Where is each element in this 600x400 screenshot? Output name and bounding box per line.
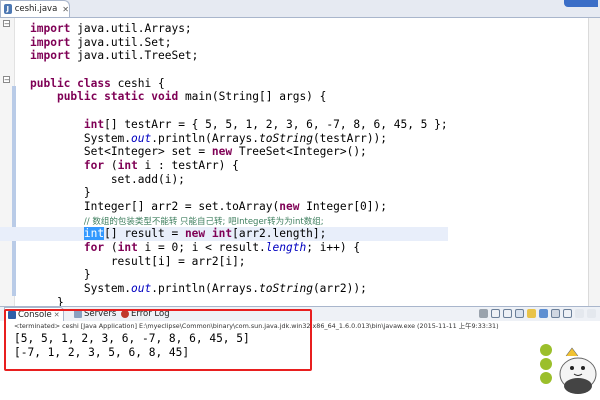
code-token: java.util.Arrays; [70,22,192,35]
code-token: .println(Arrays. [151,282,260,296]
code-line[interactable]: result[i] = arr2[i]; [30,255,448,269]
code-token: int [117,158,138,172]
code-line[interactable]: public static void main(String[] args) { [30,90,448,104]
code-line[interactable]: Integer[] arr2 = set.toArray(new Integer… [30,200,448,214]
code-token: ; i++) { [306,241,361,254]
code-line[interactable]: System.out.println(Arrays.toString(testA… [30,132,448,146]
code-line[interactable]: int[] result = new int[arr2.length]; [0,227,448,241]
code-line[interactable]: // 数组的包装类型不能转 只能自己转; 吧Integer转为为int数组; [30,214,448,228]
code-line[interactable]: int[] testArr = { 5, 5, 1, 2, 3, 6, -7, … [30,118,448,132]
code-token: toString [259,282,313,296]
code-token: for [83,241,105,254]
code-line[interactable]: Set<Integer> set = new TreeSet<Integer>(… [30,145,448,159]
code-token: new int [184,227,233,241]
code-line[interactable]: for (int i : testArr) { [30,159,448,173]
current-block-marker [12,86,16,296]
code-line[interactable]: for (int i = 0; i < result.length; i++) … [30,241,448,255]
code-token: result[i] = arr2[i]; [30,254,246,268]
code-line[interactable]: System.out.println(Arrays.toString(arr2)… [30,282,448,296]
code-token: out [131,282,152,296]
code-line[interactable]: import java.util.Arrays; [30,22,448,36]
code-token: set.add(i); [30,172,185,186]
code-token: public class [30,76,111,90]
code-line[interactable]: import java.util.Set; [30,36,448,50]
code-token: toString [259,131,313,145]
editor-tab-ceshi[interactable]: J ceshi.java ✕ [0,0,70,17]
code-token: Integer[] arr2 = set.toArray( [30,199,280,213]
maximize-icon[interactable] [587,309,596,318]
scroll-lock-icon[interactable] [515,309,524,318]
mascot-watermark-icon [540,344,597,394]
code-token: System. [30,131,132,145]
code-token: } [30,268,91,282]
code-token: public static void [56,90,179,104]
code-token: main(String[] args) { [178,90,327,104]
code-token: System. [30,282,132,296]
fold-collapse-icon[interactable]: − [3,20,10,28]
highlight-box [4,309,312,371]
perspective-button[interactable] [564,0,598,7]
code-line[interactable]: } [30,186,448,200]
code-token: ( [104,241,118,254]
code-token: TreeSet<Integer>(); [232,145,367,159]
fold-collapse-icon[interactable]: − [3,76,10,84]
editor-tab-label: ceshi.java [14,4,58,14]
code-editor[interactable]: − − import java.util.Arrays; import java.… [0,18,600,322]
code-line[interactable]: } [30,268,448,282]
code-token: java.util.Set; [70,35,172,49]
code-line[interactable]: import java.util.TreeSet; [30,49,448,63]
code-token: } [30,186,91,200]
editor-tab-bar: J ceshi.java ✕ [0,0,600,18]
remove-launch-icon[interactable] [491,309,500,318]
remove-all-icon[interactable] [503,309,512,318]
code-line[interactable]: public class ceshi { [30,77,448,91]
console-toolbar [479,309,596,318]
code-token: Integer[0]); [299,199,387,213]
code-token: import [30,22,71,35]
code-line[interactable]: set.add(i); [30,173,448,187]
overview-ruler[interactable] [588,18,600,306]
code-token: import [30,49,71,63]
code-token: length [265,241,307,254]
code-token: int [117,241,138,254]
code-token: new [279,199,300,213]
code-token: out [131,131,152,145]
code-token: int [83,117,105,131]
code-token: new [211,145,233,159]
open-console-icon[interactable] [563,309,572,318]
source-code[interactable]: import java.util.Arrays; import java.util… [0,22,448,323]
code-token: i = 0; i < result. [137,241,266,254]
code-token: i : testArr) { [137,158,239,172]
code-token: ceshi { [110,76,165,90]
code-token: (arr2)); [312,282,367,296]
code-token: // 数组的包装类型不能转 只能自己转; 吧Integer转为为int数组; [83,216,324,227]
terminate-icon[interactable] [479,309,488,318]
code-line[interactable] [30,63,448,77]
code-token: (testArr)); [312,131,388,145]
code-token: Set<Integer> set = [30,145,212,159]
code-token: [] testArr = { 5, 5, 1, 2, 3, 6, -7, 8, … [104,117,448,131]
code-line[interactable] [30,104,448,118]
code-token: for [83,158,105,172]
code-token: import [30,35,71,49]
code-token: [] result = [104,227,185,241]
pin-console-icon[interactable] [539,309,548,318]
code-token: .println(Arrays. [151,131,260,145]
minimize-icon[interactable] [575,309,584,318]
code-token: java.util.TreeSet; [70,49,199,63]
java-file-icon: J [4,4,12,14]
close-icon[interactable]: ✕ [62,5,69,14]
code-token: [arr2.length]; [232,227,327,241]
code-token: int [83,227,105,241]
display-console-icon[interactable] [551,309,560,318]
clear-console-icon[interactable] [527,309,536,318]
code-token: ( [104,158,118,172]
